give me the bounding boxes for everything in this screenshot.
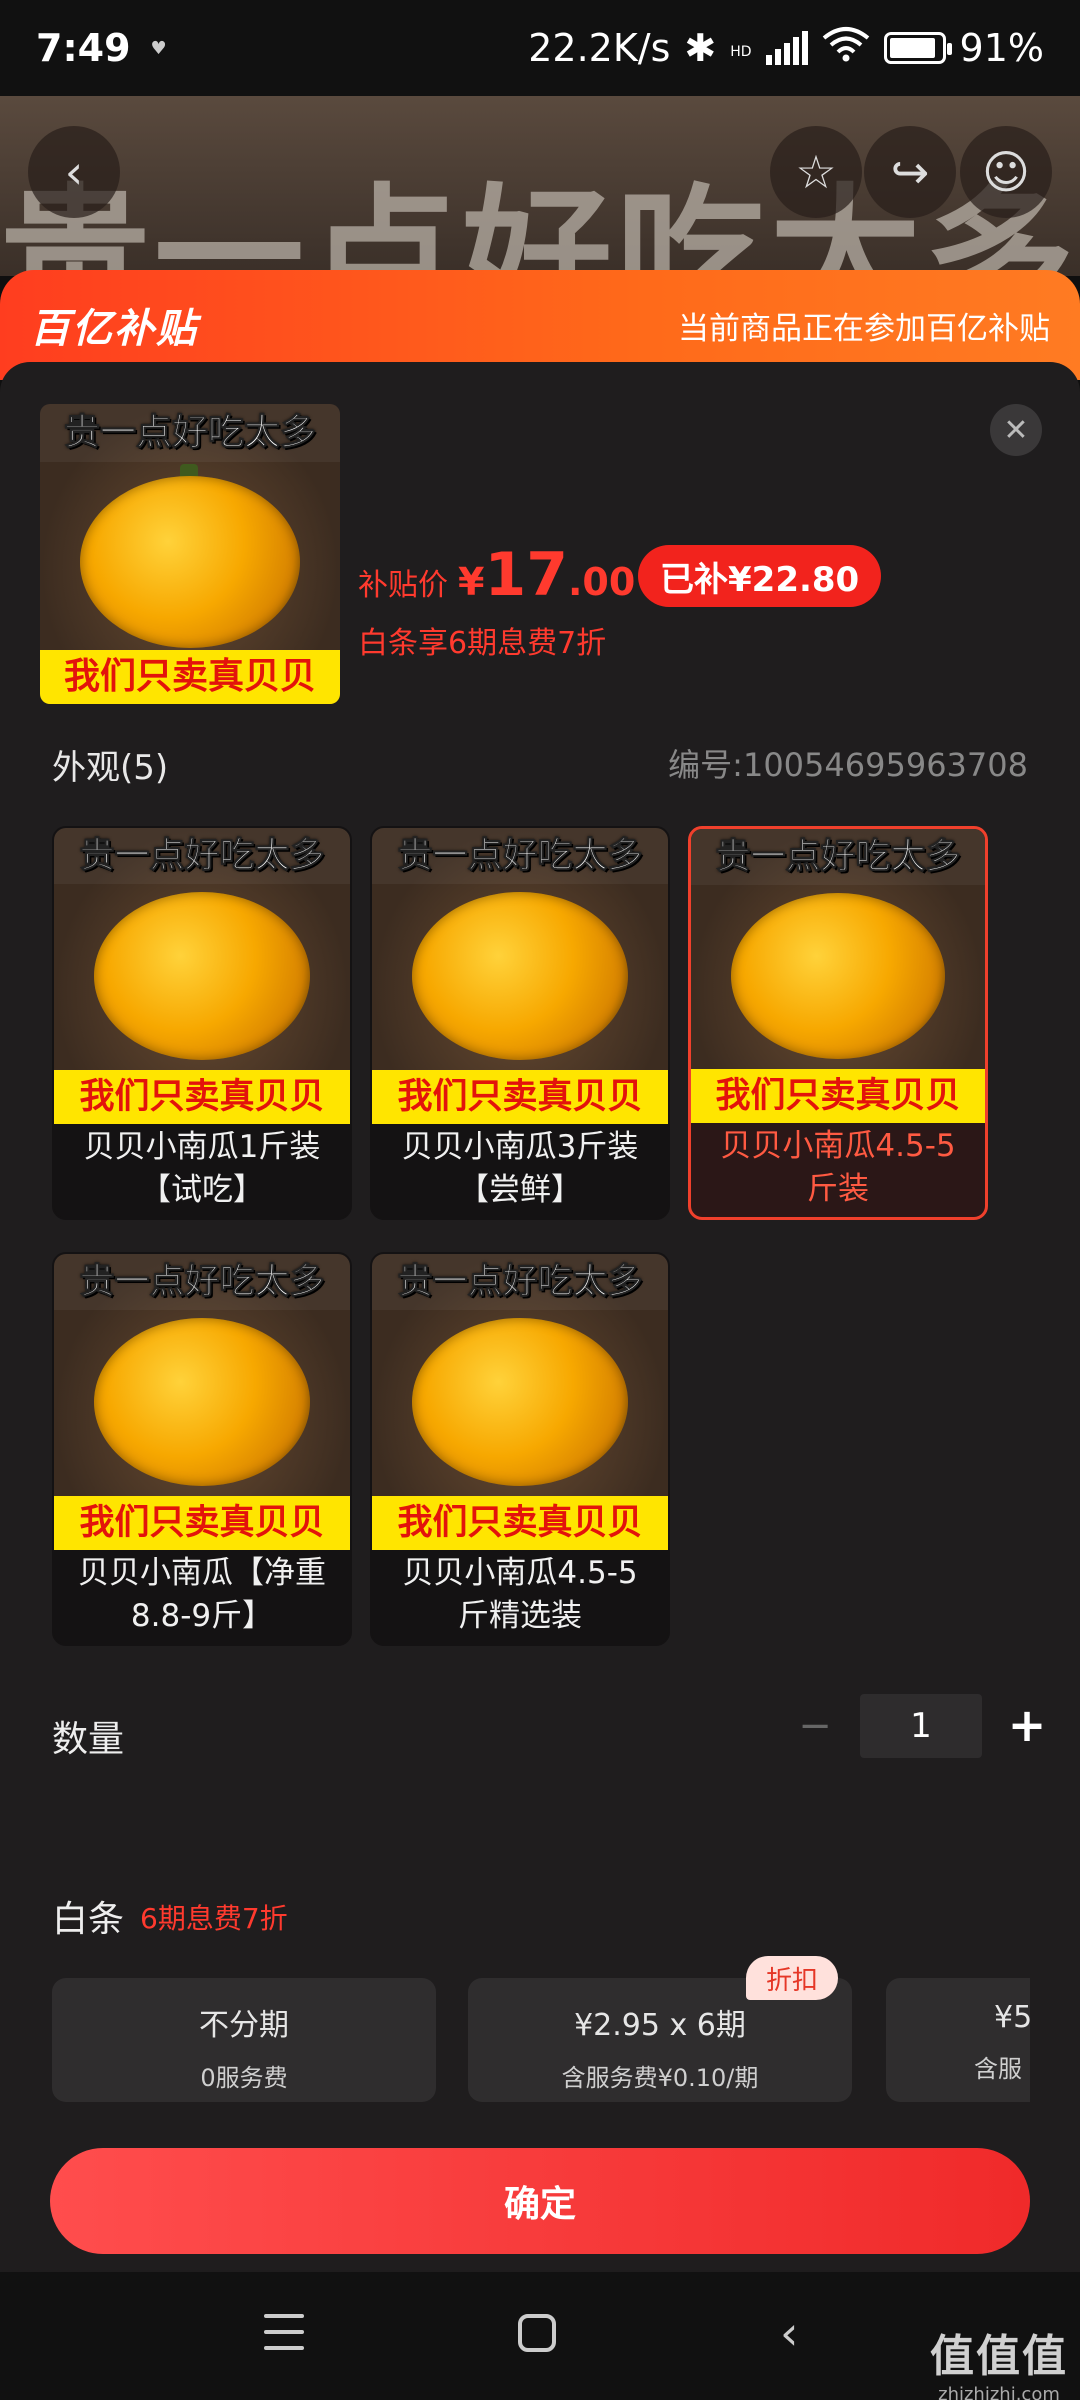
baitiao-label: 白条 bbox=[52, 1899, 125, 1940]
wifi-icon bbox=[822, 26, 870, 71]
price-row: 补贴价 ¥ 17 .00 bbox=[358, 540, 635, 610]
sku-number: 编号:100546959637​08 bbox=[668, 746, 1028, 784]
option-image-top-text: 贵一点好吃太多 bbox=[54, 828, 350, 884]
battery-percent: 91% bbox=[959, 26, 1044, 70]
pumpkin-image bbox=[731, 893, 945, 1059]
price-decimal: .00 bbox=[567, 560, 636, 604]
option-label: 贝贝小南瓜4.5-5斤装 bbox=[720, 1128, 956, 1207]
watermark-logo: 值值值 bbox=[930, 2331, 1068, 2382]
decrease-button[interactable]: − bbox=[790, 1696, 840, 1756]
customer-service-icon[interactable]: ☺ bbox=[960, 126, 1052, 218]
background-product-hero: 贵一点好吃太多 ‹ ☆ ↪ ☺ bbox=[0, 96, 1080, 276]
installment-title: ¥5 bbox=[994, 2000, 1030, 2035]
option-label: 贝贝小南瓜【净重8.8-9斤】 bbox=[78, 1555, 326, 1634]
installment-fee: 含服务费¥0.10/期 bbox=[561, 2064, 759, 2092]
subsidy-amount-badge: 已补¥22.80 bbox=[638, 545, 882, 607]
installment-options: 不分期 0服务费 ¥2.95 x 6期 含服务费¥0.10/期 ¥5 含服 bbox=[52, 1978, 1030, 2102]
option-image: 贵一点好吃太多 我们只卖真贝贝 bbox=[372, 828, 668, 1124]
battery-icon bbox=[883, 32, 952, 64]
subsidy-info: 当前商品正在参加百亿补贴 bbox=[678, 310, 1050, 347]
installment-title: 不分期 bbox=[199, 2008, 289, 2043]
installment-fee: 含服 bbox=[974, 2055, 1022, 2083]
option-image-bottom-text: 我们只卖真贝贝 bbox=[54, 1496, 350, 1550]
option-card[interactable]: 贵一点好吃太多 我们只卖真贝贝 贝贝小南瓜【净重8.8-9斤】 bbox=[52, 1252, 352, 1646]
installment-option[interactable]: 不分期 0服务费 bbox=[52, 1978, 436, 2102]
clock: 7:49 bbox=[36, 26, 131, 70]
pumpkin-image bbox=[412, 892, 628, 1060]
quantity-input[interactable]: 1 bbox=[860, 1694, 982, 1758]
pumpkin-image bbox=[80, 476, 300, 648]
option-image: 贵一点好吃太多 我们只卖真贝贝 bbox=[54, 828, 350, 1124]
price-label: 补贴价 bbox=[358, 568, 448, 603]
menu-icon[interactable] bbox=[264, 2314, 304, 2350]
option-label: 贝贝小南瓜1斤装【试吃】 bbox=[83, 1129, 321, 1208]
option-card[interactable]: 贵一点好吃太多 我们只卖真贝贝 贝贝小南瓜4.5-5斤精选装 bbox=[370, 1252, 670, 1646]
home-icon[interactable] bbox=[518, 2314, 556, 2352]
increase-button[interactable]: + bbox=[1002, 1696, 1052, 1756]
option-image-top-text: 贵一点好吃太多 bbox=[372, 1254, 668, 1310]
baitiao-promo: 6期息费7折 bbox=[140, 1902, 288, 1935]
currency-symbol: ¥ bbox=[458, 560, 485, 604]
confirm-button[interactable]: 确定 bbox=[50, 2148, 1030, 2254]
status-right: 22.2K/s ✱ HD 91% bbox=[528, 26, 1044, 71]
option-image-bottom-text: 我们只卖真贝贝 bbox=[691, 1069, 985, 1123]
option-card-selected[interactable]: 贵一点好吃太多 我们只卖真贝贝 贝贝小南瓜4.5-5斤装 bbox=[688, 826, 988, 1220]
installment-fee: 0服务费 bbox=[200, 2064, 288, 2092]
option-image: 贵一点好吃太多 我们只卖真贝贝 bbox=[54, 1254, 350, 1550]
signal-icon bbox=[765, 31, 808, 65]
option-image-bottom-text: 我们只卖真贝贝 bbox=[372, 1070, 668, 1124]
installment-option[interactable]: ¥5 含服 bbox=[886, 1978, 1030, 2102]
option-image: 贵一点好吃太多 我们只卖真贝贝 bbox=[691, 829, 985, 1123]
installment-note: 白条享6期息费7折 bbox=[358, 626, 607, 661]
pumpkin-image bbox=[412, 1318, 628, 1486]
option-image-top-text: 贵一点好吃太多 bbox=[372, 828, 668, 884]
back-icon[interactable]: ‹ bbox=[28, 126, 120, 218]
watermark-site: zhizhizhi.com bbox=[938, 2384, 1060, 2400]
thumbnail-top-text: 贵一点好吃太多 bbox=[40, 404, 340, 462]
product-thumbnail: 贵一点好吃太多 我们只卖真贝贝 bbox=[40, 404, 340, 704]
star-icon[interactable]: ☆ bbox=[770, 126, 862, 218]
option-image-bottom-text: 我们只卖真贝贝 bbox=[372, 1496, 668, 1550]
discount-tag: 折扣 bbox=[746, 1956, 839, 2000]
pumpkin-image bbox=[94, 892, 310, 1060]
option-label: 贝贝小南瓜3斤装【尝鲜】 bbox=[401, 1129, 639, 1208]
system-nav-bar: ‹ bbox=[0, 2272, 1080, 2400]
quantity-label: 数量 bbox=[52, 1719, 125, 1760]
heart-icon: ♥ bbox=[150, 37, 167, 59]
bluetooth-icon: ✱ bbox=[684, 26, 717, 70]
share-icon[interactable]: ↪ bbox=[864, 126, 956, 218]
hd-label: HD bbox=[730, 43, 752, 60]
watermark: 值值值 zhizhizhi.com bbox=[930, 2320, 1068, 2400]
option-card[interactable]: 贵一点好吃太多 我们只卖真贝贝 贝贝小南瓜3斤装【尝鲜】 bbox=[370, 826, 670, 1220]
quantity-stepper: − 1 + bbox=[790, 1694, 1052, 1758]
status-bar: 7:49 ♥ 22.2K/s ✱ HD 91% bbox=[0, 0, 1080, 96]
option-image-bottom-text: 我们只卖真贝贝 bbox=[54, 1070, 350, 1124]
net-speed: 22.2K/s bbox=[528, 26, 671, 70]
subsidy-logo: 百亿补贴 bbox=[30, 306, 198, 352]
price-integer: 17 bbox=[484, 540, 568, 610]
close-button[interactable]: ✕ bbox=[990, 404, 1042, 456]
thumbnail-bottom-text: 我们只卖真贝贝 bbox=[40, 650, 340, 704]
option-image: 贵一点好吃太多 我们只卖真贝贝 bbox=[372, 1254, 668, 1550]
option-image-top-text: 贵一点好吃太多 bbox=[691, 829, 985, 885]
pumpkin-image bbox=[94, 1318, 310, 1486]
option-label: 贝贝小南瓜4.5-5斤精选装 bbox=[402, 1555, 638, 1634]
installment-title: ¥2.95 x 6期 bbox=[574, 2008, 746, 2043]
option-image-top-text: 贵一点好吃太多 bbox=[54, 1254, 350, 1310]
back-nav-icon[interactable]: ‹ bbox=[780, 2310, 798, 2356]
appearance-title: 外观(5) bbox=[52, 748, 169, 788]
option-card[interactable]: 贵一点好吃太多 我们只卖真贝贝 贝贝小南瓜1斤装【试吃】 bbox=[52, 826, 352, 1220]
